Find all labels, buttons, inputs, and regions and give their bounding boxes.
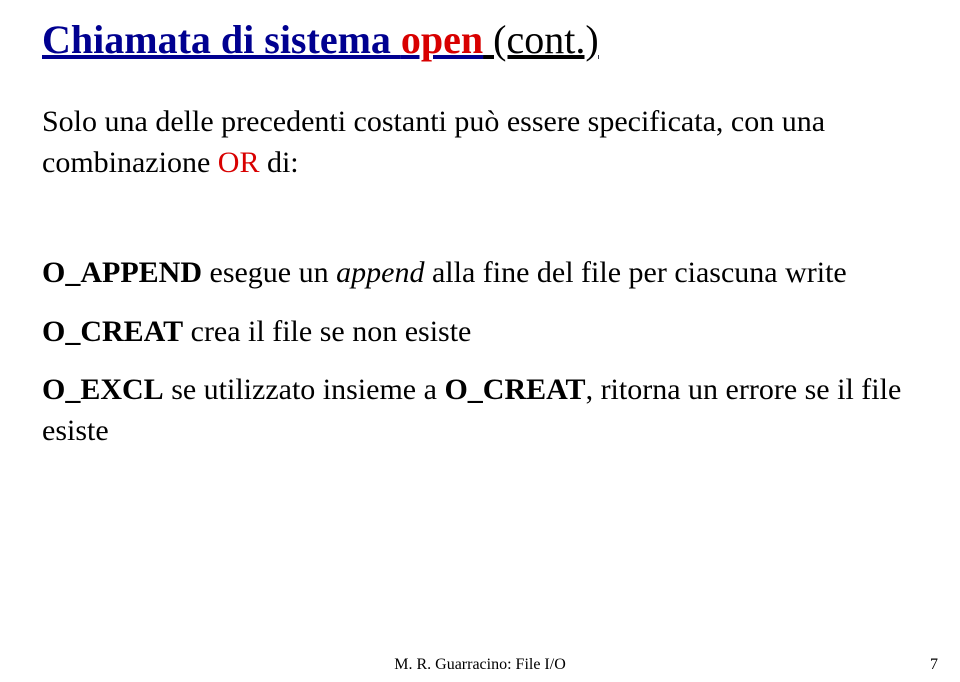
item-creat: O_CREAT crea il file se non esiste bbox=[42, 312, 918, 353]
const-o-excl: O_EXCL bbox=[42, 373, 164, 406]
append-ital: append bbox=[336, 256, 424, 289]
lead-or: OR bbox=[218, 146, 260, 179]
item-excl: O_EXCL se utilizzato insieme a O_CREAT, … bbox=[42, 370, 918, 451]
page-number: 7 bbox=[930, 656, 938, 674]
const-o-append: O_APPEND bbox=[42, 256, 202, 289]
slide-title: Chiamata di sistema open (cont.) bbox=[42, 18, 918, 62]
title-highlight: open bbox=[401, 17, 483, 62]
slide-body: Solo una delle precedenti costanti può e… bbox=[42, 102, 918, 451]
const-o-creat-ref: O_CREAT bbox=[444, 373, 585, 406]
append-t2: alla fine del file per ciascuna write bbox=[424, 256, 846, 289]
creat-t1: crea il file se non esiste bbox=[183, 315, 471, 348]
excl-t1: se utilizzato insieme a bbox=[164, 373, 445, 406]
const-o-creat: O_CREAT bbox=[42, 315, 183, 348]
lead-paragraph: Solo una delle precedenti costanti può e… bbox=[42, 102, 918, 183]
slide: Chiamata di sistema open (cont.) Solo un… bbox=[0, 0, 960, 682]
footer-text: M. R. Guarracino: File I/O bbox=[0, 656, 960, 674]
lead-t1: Solo una delle precedenti costanti può e… bbox=[42, 105, 825, 179]
item-append: O_APPEND esegue un append alla fine del … bbox=[42, 253, 918, 294]
append-t1: esegue un bbox=[202, 256, 336, 289]
title-part1: Chiamata di sistema bbox=[42, 17, 401, 62]
lead-t2: di: bbox=[259, 146, 298, 179]
title-part2: (cont.) bbox=[483, 17, 599, 62]
